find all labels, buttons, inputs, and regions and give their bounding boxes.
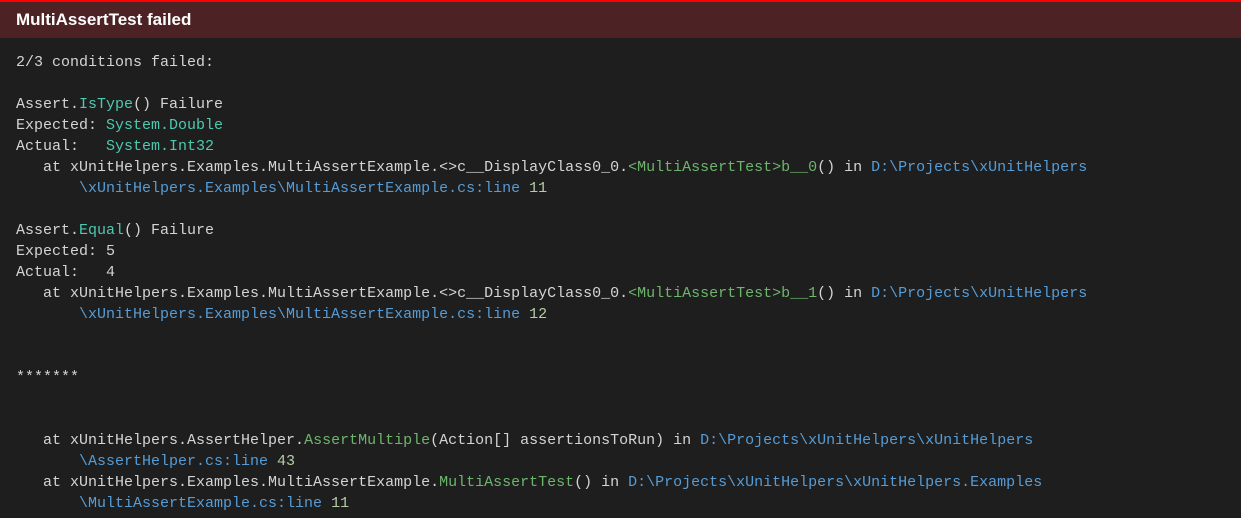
failure-title: MultiAssertTest failed xyxy=(16,10,191,29)
assert-prefix: Assert. xyxy=(16,222,79,239)
assert-method: Equal xyxy=(79,222,124,239)
trace-frame-method: <MultiAssertTest>b__0 xyxy=(628,159,817,176)
trace-line-number: 12 xyxy=(520,306,547,323)
assert-method: IsType xyxy=(79,96,133,113)
trace-frame-suffix: () in xyxy=(817,159,871,176)
expected-value: 5 xyxy=(106,243,115,260)
trace-indent: at xyxy=(16,159,70,176)
actual-value: System.Int32 xyxy=(106,138,214,155)
trace-frame-method: MultiAssertTest xyxy=(439,474,574,491)
trace-indent: at xyxy=(16,432,70,449)
trace-frame-method: AssertMultiple xyxy=(304,432,430,449)
trace-indent: at xyxy=(16,285,70,302)
trace-indent: at xyxy=(16,474,70,491)
failure-output: 2/3 conditions failed: Assert.IsType() F… xyxy=(16,52,1225,514)
trace-line-number: 43 xyxy=(268,453,295,470)
trace-path-cont: \xUnitHelpers.Examples\MultiAssertExampl… xyxy=(79,306,520,323)
trace-path-cont: \AssertHelper.cs:line xyxy=(79,453,268,470)
divider: ******* xyxy=(16,369,79,386)
trace-frame-method: <MultiAssertTest>b__1 xyxy=(628,285,817,302)
assert-suffix: () Failure xyxy=(133,96,223,113)
actual-label: Actual: xyxy=(16,138,106,155)
trace-frame-suffix: () in xyxy=(817,285,871,302)
expected-label: Expected: xyxy=(16,243,106,260)
trace-cont-indent xyxy=(16,306,79,323)
assert-prefix: Assert. xyxy=(16,96,79,113)
actual-value: 4 xyxy=(106,264,115,281)
trace-cont-indent xyxy=(16,453,79,470)
trace-path: D:\Projects\xUnitHelpers\xUnitHelpers xyxy=(700,432,1033,449)
trace-path: D:\Projects\xUnitHelpers xyxy=(871,159,1087,176)
trace-frame-prefix: xUnitHelpers.AssertHelper. xyxy=(70,432,304,449)
trace-cont-indent xyxy=(16,180,79,197)
trace-frame-prefix: xUnitHelpers.Examples.MultiAssertExample… xyxy=(70,474,439,491)
failure-body: 2/3 conditions failed: Assert.IsType() F… xyxy=(0,38,1241,518)
expected-label: Expected: xyxy=(16,117,106,134)
trace-frame-prefix: xUnitHelpers.Examples.MultiAssertExample… xyxy=(70,159,628,176)
trace-line-number: 11 xyxy=(322,495,349,512)
assert-suffix: () Failure xyxy=(124,222,214,239)
trace-path-cont: \MultiAssertExample.cs:line xyxy=(79,495,322,512)
trace-cont-indent xyxy=(16,495,79,512)
trace-path: D:\Projects\xUnitHelpers\xUnitHelpers.Ex… xyxy=(628,474,1042,491)
trace-line-number: 11 xyxy=(520,180,547,197)
trace-frame-suffix: (Action[] assertionsToRun) in xyxy=(430,432,700,449)
trace-frame-prefix: xUnitHelpers.Examples.MultiAssertExample… xyxy=(70,285,628,302)
trace-path-cont: \xUnitHelpers.Examples\MultiAssertExampl… xyxy=(79,180,520,197)
summary-line: 2/3 conditions failed: xyxy=(16,54,214,71)
failure-header: MultiAssertTest failed xyxy=(0,2,1241,38)
trace-frame-suffix: () in xyxy=(574,474,628,491)
expected-value: System.Double xyxy=(106,117,223,134)
actual-label: Actual: xyxy=(16,264,106,281)
trace-path: D:\Projects\xUnitHelpers xyxy=(871,285,1087,302)
